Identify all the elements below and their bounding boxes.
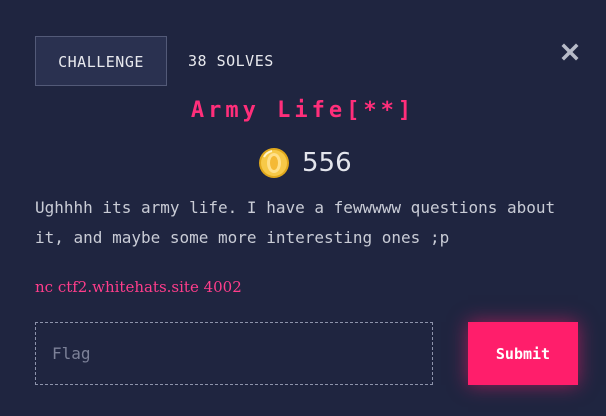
challenge-title: Army Life[**] (190, 98, 416, 123)
challenge-description: Ughhhh its army life. I have a fewwwww q… (35, 198, 556, 247)
connection-info: nc ctf2.whitehats.site 4002 (35, 278, 242, 296)
close-icon[interactable] (558, 40, 582, 64)
coin-icon (259, 148, 289, 178)
tab-solves[interactable]: 38 SOLVES (188, 36, 308, 86)
challenge-points: 556 (258, 146, 352, 180)
flag-input[interactable] (35, 322, 433, 385)
submit-button[interactable]: Submit (468, 322, 578, 385)
tab-challenge[interactable]: CHALLENGE (35, 36, 167, 86)
points-value: 556 (302, 148, 352, 178)
